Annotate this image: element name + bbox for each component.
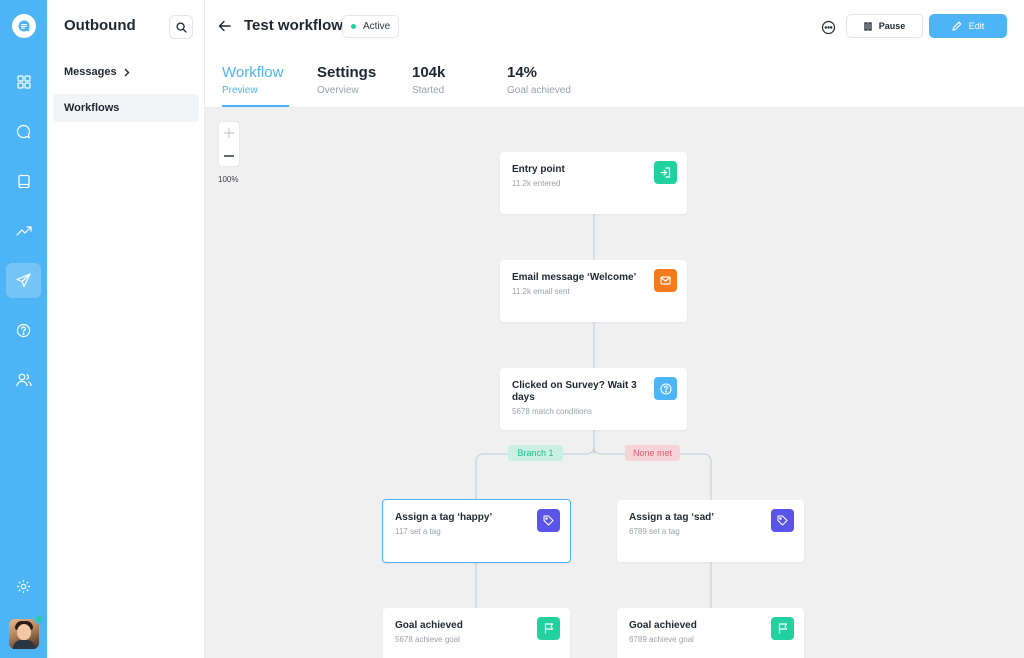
tab-started[interactable]: 104k Started bbox=[412, 64, 445, 96]
workflow-node-condition[interactable]: Clicked on Survey? Wait 3 days 5678 matc… bbox=[500, 368, 687, 430]
edit-button[interactable]: Edit bbox=[929, 14, 1007, 38]
entry-icon bbox=[654, 161, 677, 184]
workflow-node-entry-point[interactable]: Entry point 11.2k entered bbox=[500, 152, 687, 214]
back-button[interactable] bbox=[218, 17, 231, 40]
pause-label: Pause bbox=[878, 21, 906, 31]
arrow-left-icon bbox=[218, 20, 231, 32]
node-title: Goal achieved bbox=[395, 620, 463, 631]
tab-workflow[interactable]: Workflow Preview bbox=[222, 64, 283, 96]
pencil-icon bbox=[952, 21, 962, 31]
node-subtitle: 6789 set a tag bbox=[629, 527, 680, 536]
sidebar-item-messages[interactable]: Messages bbox=[64, 66, 130, 78]
branch-label-yes: Branch 1 bbox=[508, 445, 563, 461]
users-icon[interactable] bbox=[6, 362, 41, 397]
app-rail bbox=[0, 0, 47, 658]
zoom-in-button[interactable] bbox=[219, 122, 239, 144]
flag-icon bbox=[537, 617, 560, 640]
edit-label: Edit bbox=[968, 21, 985, 31]
tag-icon bbox=[537, 509, 560, 532]
active-tab-indicator bbox=[222, 105, 289, 107]
workflow-node-assign-tag-sad[interactable]: Assign a tag ‘sad’ 6789 set a tag bbox=[617, 500, 804, 562]
workflow-node-goal-achieved[interactable]: Goal achieved 6789 achieve goal bbox=[617, 608, 804, 658]
node-title: Entry point bbox=[512, 164, 565, 175]
tag-icon bbox=[771, 509, 794, 532]
online-status-dot bbox=[34, 614, 44, 624]
workflow-node-goal-achieved[interactable]: Goal achieved 5678 achieve goal bbox=[383, 608, 570, 658]
tab-label: 14% bbox=[507, 64, 538, 81]
zoom-controls bbox=[218, 121, 240, 167]
node-subtitle: 6789 achieve goal bbox=[629, 635, 694, 644]
mail-icon bbox=[654, 269, 677, 292]
tab-goal-achieved[interactable]: 14% Goal achieved bbox=[507, 64, 571, 96]
tab-sublabel: Preview bbox=[222, 85, 258, 96]
workflow-node-email-message[interactable]: Email message ‘Welcome’ 11.2k email sent bbox=[500, 260, 687, 322]
tab-sublabel: Started bbox=[412, 85, 445, 96]
minus-icon bbox=[224, 155, 234, 157]
search-button[interactable] bbox=[169, 15, 193, 39]
tab-sublabel: Goal achieved bbox=[507, 85, 571, 96]
node-subtitle: 11.2k entered bbox=[512, 179, 561, 188]
sidebar-title: Outbound bbox=[64, 17, 136, 34]
status-badge: Active bbox=[342, 15, 400, 38]
tab-label: 104k bbox=[412, 64, 446, 81]
page-title: Test workflow bbox=[244, 17, 343, 34]
tab-settings[interactable]: Settings Overview bbox=[317, 64, 376, 96]
trend-icon[interactable] bbox=[6, 213, 41, 248]
pause-button[interactable]: Pause bbox=[846, 14, 923, 38]
workflow-node-assign-tag-happy[interactable]: Assign a tag ‘happy’ 117 set a tag bbox=[382, 499, 571, 563]
zoom-out-button[interactable] bbox=[219, 145, 239, 167]
more-options-button[interactable] bbox=[817, 16, 839, 38]
node-title: Goal achieved bbox=[629, 620, 697, 631]
workflow-canvas[interactable]: 100% Entry point 11.2k entered Email mes… bbox=[205, 108, 1024, 658]
sidebar-item-label: Messages bbox=[64, 66, 117, 78]
search-icon bbox=[175, 21, 187, 33]
question-icon bbox=[654, 377, 677, 400]
chat-logo-icon[interactable] bbox=[12, 14, 36, 38]
plus-icon bbox=[224, 128, 234, 138]
chevron-right-icon bbox=[124, 68, 130, 76]
pause-icon bbox=[864, 21, 872, 31]
tab-label: Settings bbox=[317, 64, 377, 81]
branch-label-none-met: None met bbox=[625, 445, 680, 461]
more-icon bbox=[821, 20, 835, 34]
workflow-header: Test workflow Active Pause Edit Workflow… bbox=[205, 0, 1024, 108]
outbound-sidebar: Outbound Messages Workflows bbox=[47, 0, 205, 658]
sidebar-item-workflows[interactable]: Workflows bbox=[53, 94, 199, 122]
settings-icon[interactable] bbox=[6, 569, 41, 604]
send-icon[interactable] bbox=[6, 263, 41, 298]
node-title: Assign a tag ‘happy’ bbox=[395, 512, 493, 523]
node-subtitle: 5678 match conditions bbox=[512, 407, 593, 416]
node-title: Email message ‘Welcome’ bbox=[512, 272, 637, 283]
grid-icon[interactable] bbox=[6, 64, 41, 99]
zoom-level: 100% bbox=[218, 175, 239, 184]
book-icon[interactable] bbox=[6, 164, 41, 199]
avatar[interactable] bbox=[9, 614, 44, 649]
help-icon[interactable] bbox=[6, 313, 41, 348]
tab-sublabel: Overview bbox=[317, 85, 359, 96]
tab-label: Workflow bbox=[222, 64, 284, 81]
flag-icon bbox=[771, 617, 794, 640]
avatar-face bbox=[17, 624, 31, 640]
node-subtitle: 11.2k email sent bbox=[512, 287, 570, 296]
node-title: Assign a tag ‘sad’ bbox=[629, 512, 715, 523]
avatar-body bbox=[13, 640, 35, 649]
chat-icon[interactable] bbox=[6, 114, 41, 149]
node-subtitle: 117 set a tag bbox=[395, 527, 441, 536]
node-title: Clicked on Survey? Wait 3 days bbox=[512, 380, 637, 403]
node-subtitle: 5678 achieve goal bbox=[395, 635, 460, 644]
